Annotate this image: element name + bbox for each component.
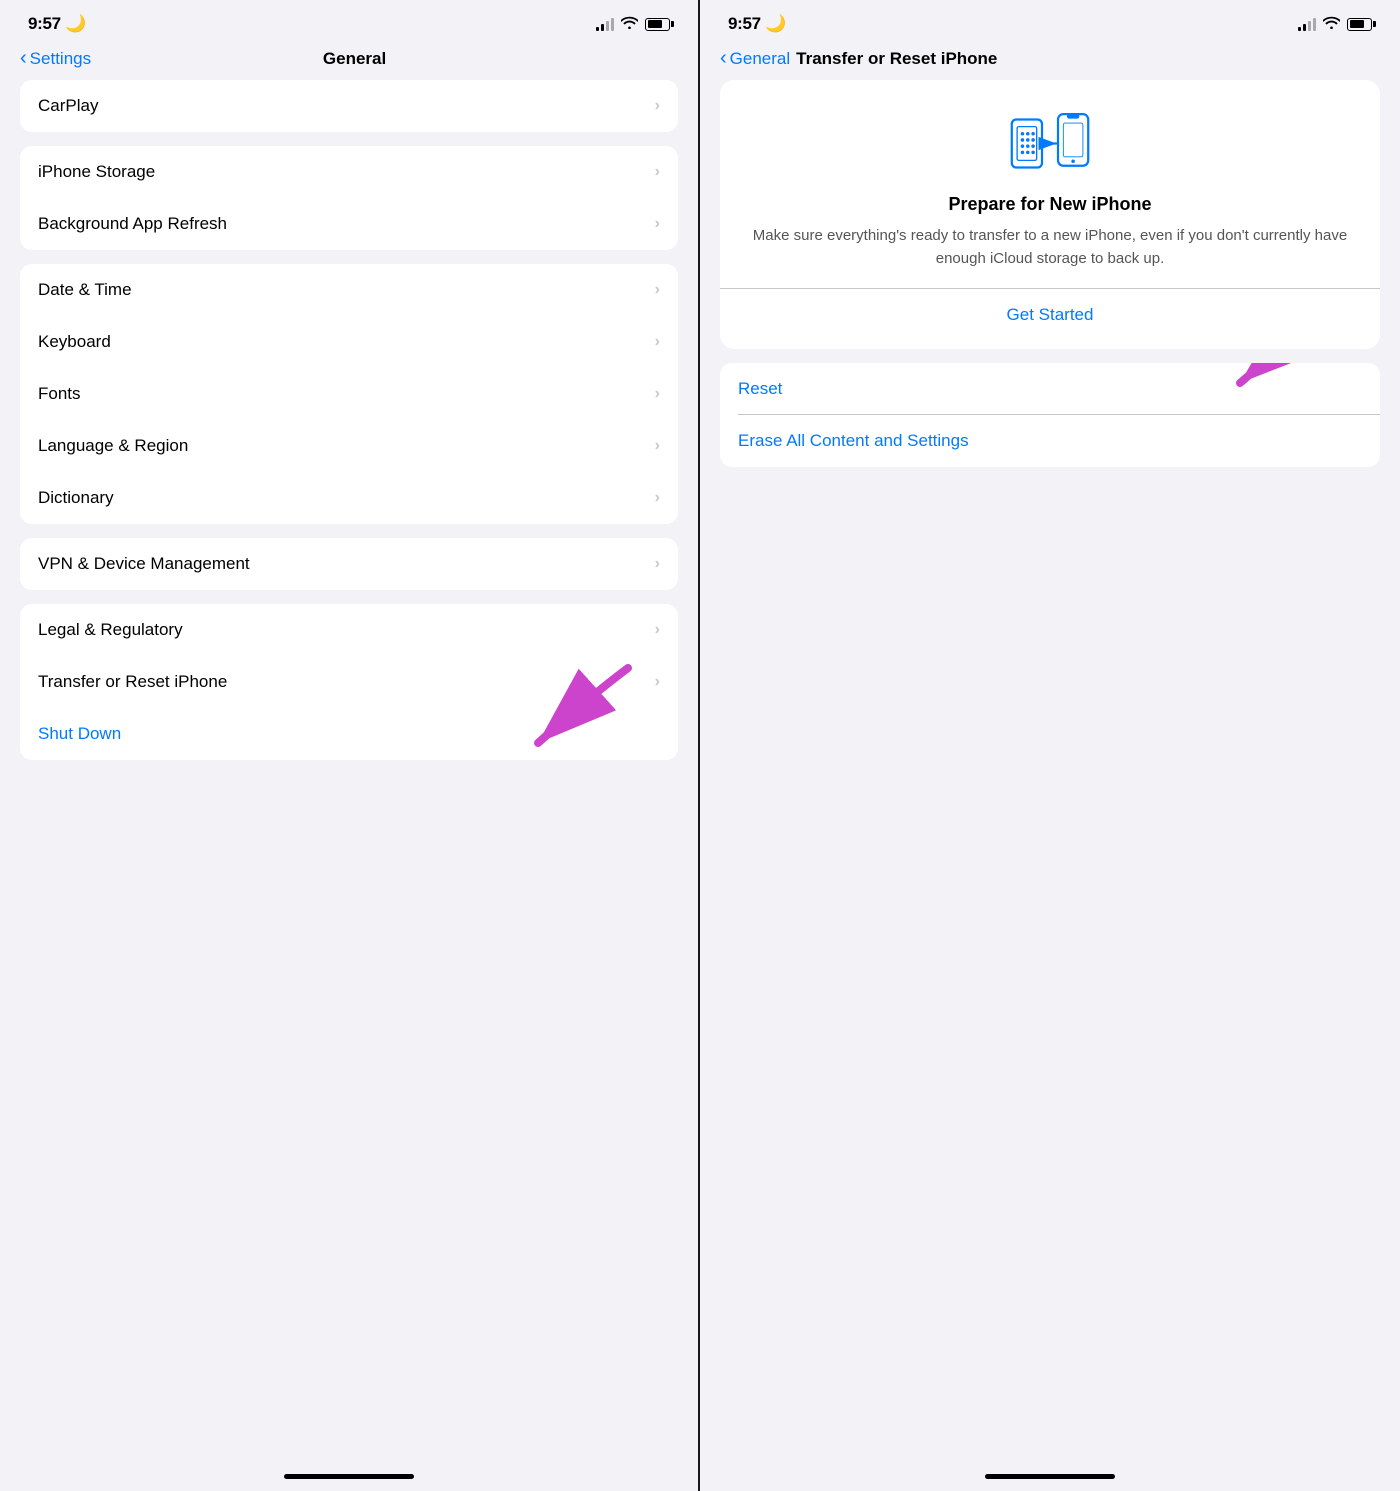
storage-group: iPhone Storage › Background App Refresh … — [20, 146, 678, 250]
carplay-label: CarPlay — [38, 96, 98, 116]
right-status-icons — [1298, 16, 1372, 32]
left-back-label: Settings — [30, 49, 91, 69]
get-started-button[interactable]: Get Started — [1007, 305, 1094, 325]
date-time-label: Date & Time — [38, 280, 132, 300]
carplay-group: CarPlay › — [20, 80, 678, 132]
right-nav-bar: ‹ General Transfer or Reset iPhone — [700, 42, 1400, 80]
vpn-section: VPN & Device Management › — [20, 538, 678, 590]
legal-regulatory-row[interactable]: Legal & Regulatory › — [20, 604, 678, 656]
keyboard-label: Keyboard — [38, 332, 111, 352]
language-region-row[interactable]: Language & Region › — [20, 420, 678, 472]
carplay-section: CarPlay › — [20, 80, 678, 132]
left-back-chevron-icon: ‹ — [20, 47, 27, 70]
right-back-chevron-icon: ‹ — [720, 47, 727, 70]
dictionary-chevron-icon: › — [655, 489, 660, 507]
shut-down-label: Shut Down — [38, 724, 121, 744]
transfer-phones-icon — [1010, 108, 1090, 178]
datetime-group: Date & Time › Keyboard › Fonts › Languag… — [20, 264, 678, 524]
language-region-label: Language & Region — [38, 436, 188, 456]
vpn-chevron-icon: › — [655, 555, 660, 573]
carplay-row[interactable]: CarPlay › — [20, 80, 678, 132]
right-wifi-icon — [1323, 16, 1340, 32]
right-moon-icon: 🌙 — [761, 14, 786, 33]
prepare-title: Prepare for New iPhone — [744, 194, 1356, 215]
legal-regulatory-chevron-icon: › — [655, 621, 660, 639]
datetime-section: Date & Time › Keyboard › Fonts › Languag… — [20, 264, 678, 524]
date-time-chevron-icon: › — [655, 281, 660, 299]
erase-all-label: Erase All Content and Settings — [738, 431, 969, 451]
prepare-card: Prepare for New iPhone Make sure everyth… — [720, 80, 1380, 349]
vpn-group: VPN & Device Management › — [20, 538, 678, 590]
right-back-button[interactable]: ‹ General — [720, 48, 790, 70]
right-back-label: General — [730, 49, 790, 69]
left-back-button[interactable]: ‹ Settings — [20, 48, 91, 70]
iphone-storage-row[interactable]: iPhone Storage › — [20, 146, 678, 198]
iphone-storage-label: iPhone Storage — [38, 162, 155, 182]
left-status-bar: 9:57 🌙 — [0, 0, 698, 42]
background-app-refresh-row[interactable]: Background App Refresh › — [20, 198, 678, 250]
reset-label: Reset — [738, 379, 782, 399]
iphone-storage-chevron-icon: › — [655, 163, 660, 181]
transfer-reset-label: Transfer or Reset iPhone — [38, 672, 227, 692]
date-time-row[interactable]: Date & Time › — [20, 264, 678, 316]
transfer-content: Prepare for New iPhone Make sure everyth… — [700, 80, 1400, 467]
right-status-bar: 9:57 🌙 — [700, 0, 1400, 42]
transfer-reset-row[interactable]: Transfer or Reset iPhone › — [20, 656, 678, 708]
left-nav-bar: ‹ Settings General — [0, 42, 698, 80]
storage-section: iPhone Storage › Background App Refresh … — [20, 146, 678, 250]
right-nav-title: Transfer or Reset iPhone — [796, 49, 997, 69]
background-app-refresh-chevron-icon: › — [655, 215, 660, 233]
right-signal-icon — [1298, 18, 1316, 31]
prepare-description: Make sure everything's ready to transfer… — [744, 225, 1356, 270]
legal-section: Legal & Regulatory › Transfer or Reset i… — [20, 604, 678, 760]
right-home-indicator — [985, 1474, 1115, 1479]
signal-icon — [596, 18, 614, 31]
left-home-indicator — [284, 1474, 414, 1479]
legal-group: Legal & Regulatory › Transfer or Reset i… — [20, 604, 678, 760]
shut-down-row[interactable]: Shut Down — [20, 708, 678, 760]
left-time: 9:57 🌙 — [28, 14, 86, 34]
erase-all-row[interactable]: Erase All Content and Settings — [720, 415, 1380, 467]
vpn-label: VPN & Device Management — [38, 554, 250, 574]
legal-regulatory-label: Legal & Regulatory — [38, 620, 183, 640]
wifi-icon — [621, 16, 638, 32]
keyboard-row[interactable]: Keyboard › — [20, 316, 678, 368]
reset-section: Reset Erase All Content and Settings — [720, 363, 1380, 467]
prepare-divider — [720, 288, 1380, 289]
fonts-label: Fonts — [38, 384, 81, 404]
left-nav-title: General — [91, 49, 618, 69]
left-settings-content: CarPlay › iPhone Storage › Background Ap… — [0, 80, 698, 774]
language-region-chevron-icon: › — [655, 437, 660, 455]
carplay-chevron-icon: › — [655, 97, 660, 115]
reset-section-wrapper: Reset Erase All Content and Settings — [720, 363, 1380, 467]
vpn-row[interactable]: VPN & Device Management › — [20, 538, 678, 590]
right-time: 9:57 🌙 — [728, 14, 786, 34]
left-phone-screen: 9:57 🌙 ‹ Settings General — [0, 0, 700, 1491]
right-battery-icon — [1347, 18, 1372, 31]
keyboard-chevron-icon: › — [655, 333, 660, 351]
fonts-row[interactable]: Fonts › — [20, 368, 678, 420]
dictionary-row[interactable]: Dictionary › — [20, 472, 678, 524]
reset-row[interactable]: Reset — [720, 363, 1380, 415]
transfer-reset-chevron-icon: › — [655, 673, 660, 691]
moon-icon: 🌙 — [61, 14, 86, 33]
dictionary-label: Dictionary — [38, 488, 114, 508]
fonts-chevron-icon: › — [655, 385, 660, 403]
background-app-refresh-label: Background App Refresh — [38, 214, 227, 234]
right-phone-screen: 9:57 🌙 ‹ General Transfer or Reset iP — [700, 0, 1400, 1491]
battery-icon — [645, 18, 670, 31]
left-status-icons — [596, 16, 670, 32]
